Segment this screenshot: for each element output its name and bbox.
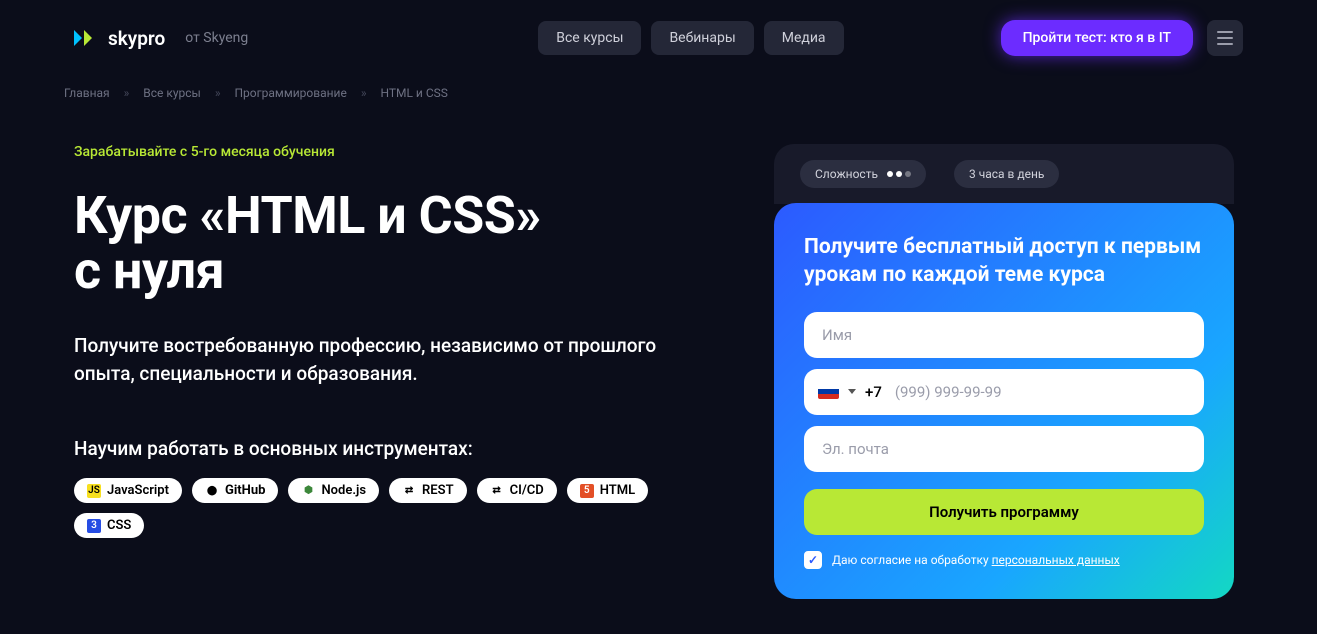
nodejs-icon: ⬢ [301, 484, 315, 498]
chevron-right-icon: » [361, 86, 367, 100]
nav-webinars[interactable]: Вебинары [651, 21, 753, 55]
check-icon: ✓ [808, 553, 818, 567]
hero-section: Зарабатывайте с 5-го месяца обучения Кур… [74, 144, 714, 599]
tool-github: ⬤GitHub [192, 478, 278, 503]
breadcrumb-item[interactable]: Главная [64, 86, 110, 100]
tool-css: 3CSS [74, 513, 144, 538]
tool-pills: JSJavaScript ⬤GitHub ⬢Node.js ⇄REST ⇄CI/… [74, 478, 714, 538]
tool-html: 5HTML [567, 478, 648, 503]
breadcrumb-item[interactable]: Программирование [234, 86, 346, 100]
logo-icon [74, 30, 94, 46]
consent-row: ✓ Даю согласие на обработку персональных… [804, 551, 1204, 569]
html-icon: 5 [580, 484, 594, 498]
rest-icon: ⇄ [402, 484, 416, 498]
tool-rest: ⇄REST [389, 478, 467, 503]
cicd-icon: ⇄ [490, 484, 504, 498]
submit-button[interactable]: Получить программу [804, 489, 1204, 535]
phone-input-row: +7 [804, 369, 1204, 415]
breadcrumb: Главная » Все курсы » Программирование »… [0, 76, 1317, 112]
header: skypro от Skyeng Все курсы Вебинары Меди… [0, 0, 1317, 76]
consent-checkbox[interactable]: ✓ [804, 551, 822, 569]
tools-heading: Научим работать в основных инструментах: [74, 437, 714, 460]
tool-javascript: JSJavaScript [74, 478, 182, 503]
breadcrumb-item[interactable]: Все курсы [143, 86, 201, 100]
nav-all-courses[interactable]: Все курсы [538, 21, 641, 55]
consent-text: Даю согласие на обработку персональных д… [832, 553, 1120, 567]
breadcrumb-item-current: HTML и CSS [380, 86, 447, 100]
tool-nodejs: ⬢Node.js [288, 478, 379, 503]
name-input[interactable] [804, 312, 1204, 358]
cta-test-button[interactable]: Пройти тест: кто я в IT [1001, 20, 1193, 56]
hours-chip: 3 часа в день [954, 160, 1059, 188]
javascript-icon: JS [87, 484, 101, 498]
github-icon: ⬤ [205, 484, 219, 498]
flag-ru-icon[interactable] [818, 384, 839, 399]
chevron-right-icon: » [215, 86, 221, 100]
phone-input[interactable] [891, 373, 1190, 411]
hamburger-menu-button[interactable] [1207, 20, 1243, 56]
nav-media[interactable]: Медиа [764, 21, 844, 55]
info-bar: Сложность 3 часа в день [774, 144, 1234, 204]
hero-tagline: Зарабатывайте с 5-го месяца обучения [74, 144, 714, 160]
signup-panel: Сложность 3 часа в день Получите бесплат… [774, 144, 1234, 599]
hamburger-icon [1217, 31, 1233, 33]
phone-prefix: +7 [865, 383, 882, 401]
logo-text: skypro [108, 27, 165, 50]
chevron-down-icon[interactable] [848, 389, 856, 394]
email-input[interactable] [804, 426, 1204, 472]
css-icon: 3 [87, 519, 101, 533]
form-title: Получите бесплатный доступ к первым урок… [804, 233, 1204, 290]
nav-center: Все курсы Вебинары Медиа [538, 21, 843, 55]
chevron-right-icon: » [124, 86, 130, 100]
hero-title: Курс «HTML и CSS» с нуля [74, 188, 714, 298]
difficulty-chip: Сложность [800, 160, 926, 188]
difficulty-dots-icon [887, 171, 911, 177]
hero-subtitle: Получите востребованную профессию, незав… [74, 332, 714, 387]
tool-cicd: ⇄CI/CD [477, 478, 557, 503]
from-skyeng-label: от Skyeng [185, 30, 248, 46]
logo[interactable]: skypro [74, 27, 165, 50]
nav-right: Пройти тест: кто я в IT [1001, 20, 1243, 56]
signup-form: Получите бесплатный доступ к первым урок… [774, 203, 1234, 599]
main: Зарабатывайте с 5-го месяца обучения Кур… [0, 112, 1317, 599]
personal-data-link[interactable]: персональных данных [992, 553, 1120, 567]
